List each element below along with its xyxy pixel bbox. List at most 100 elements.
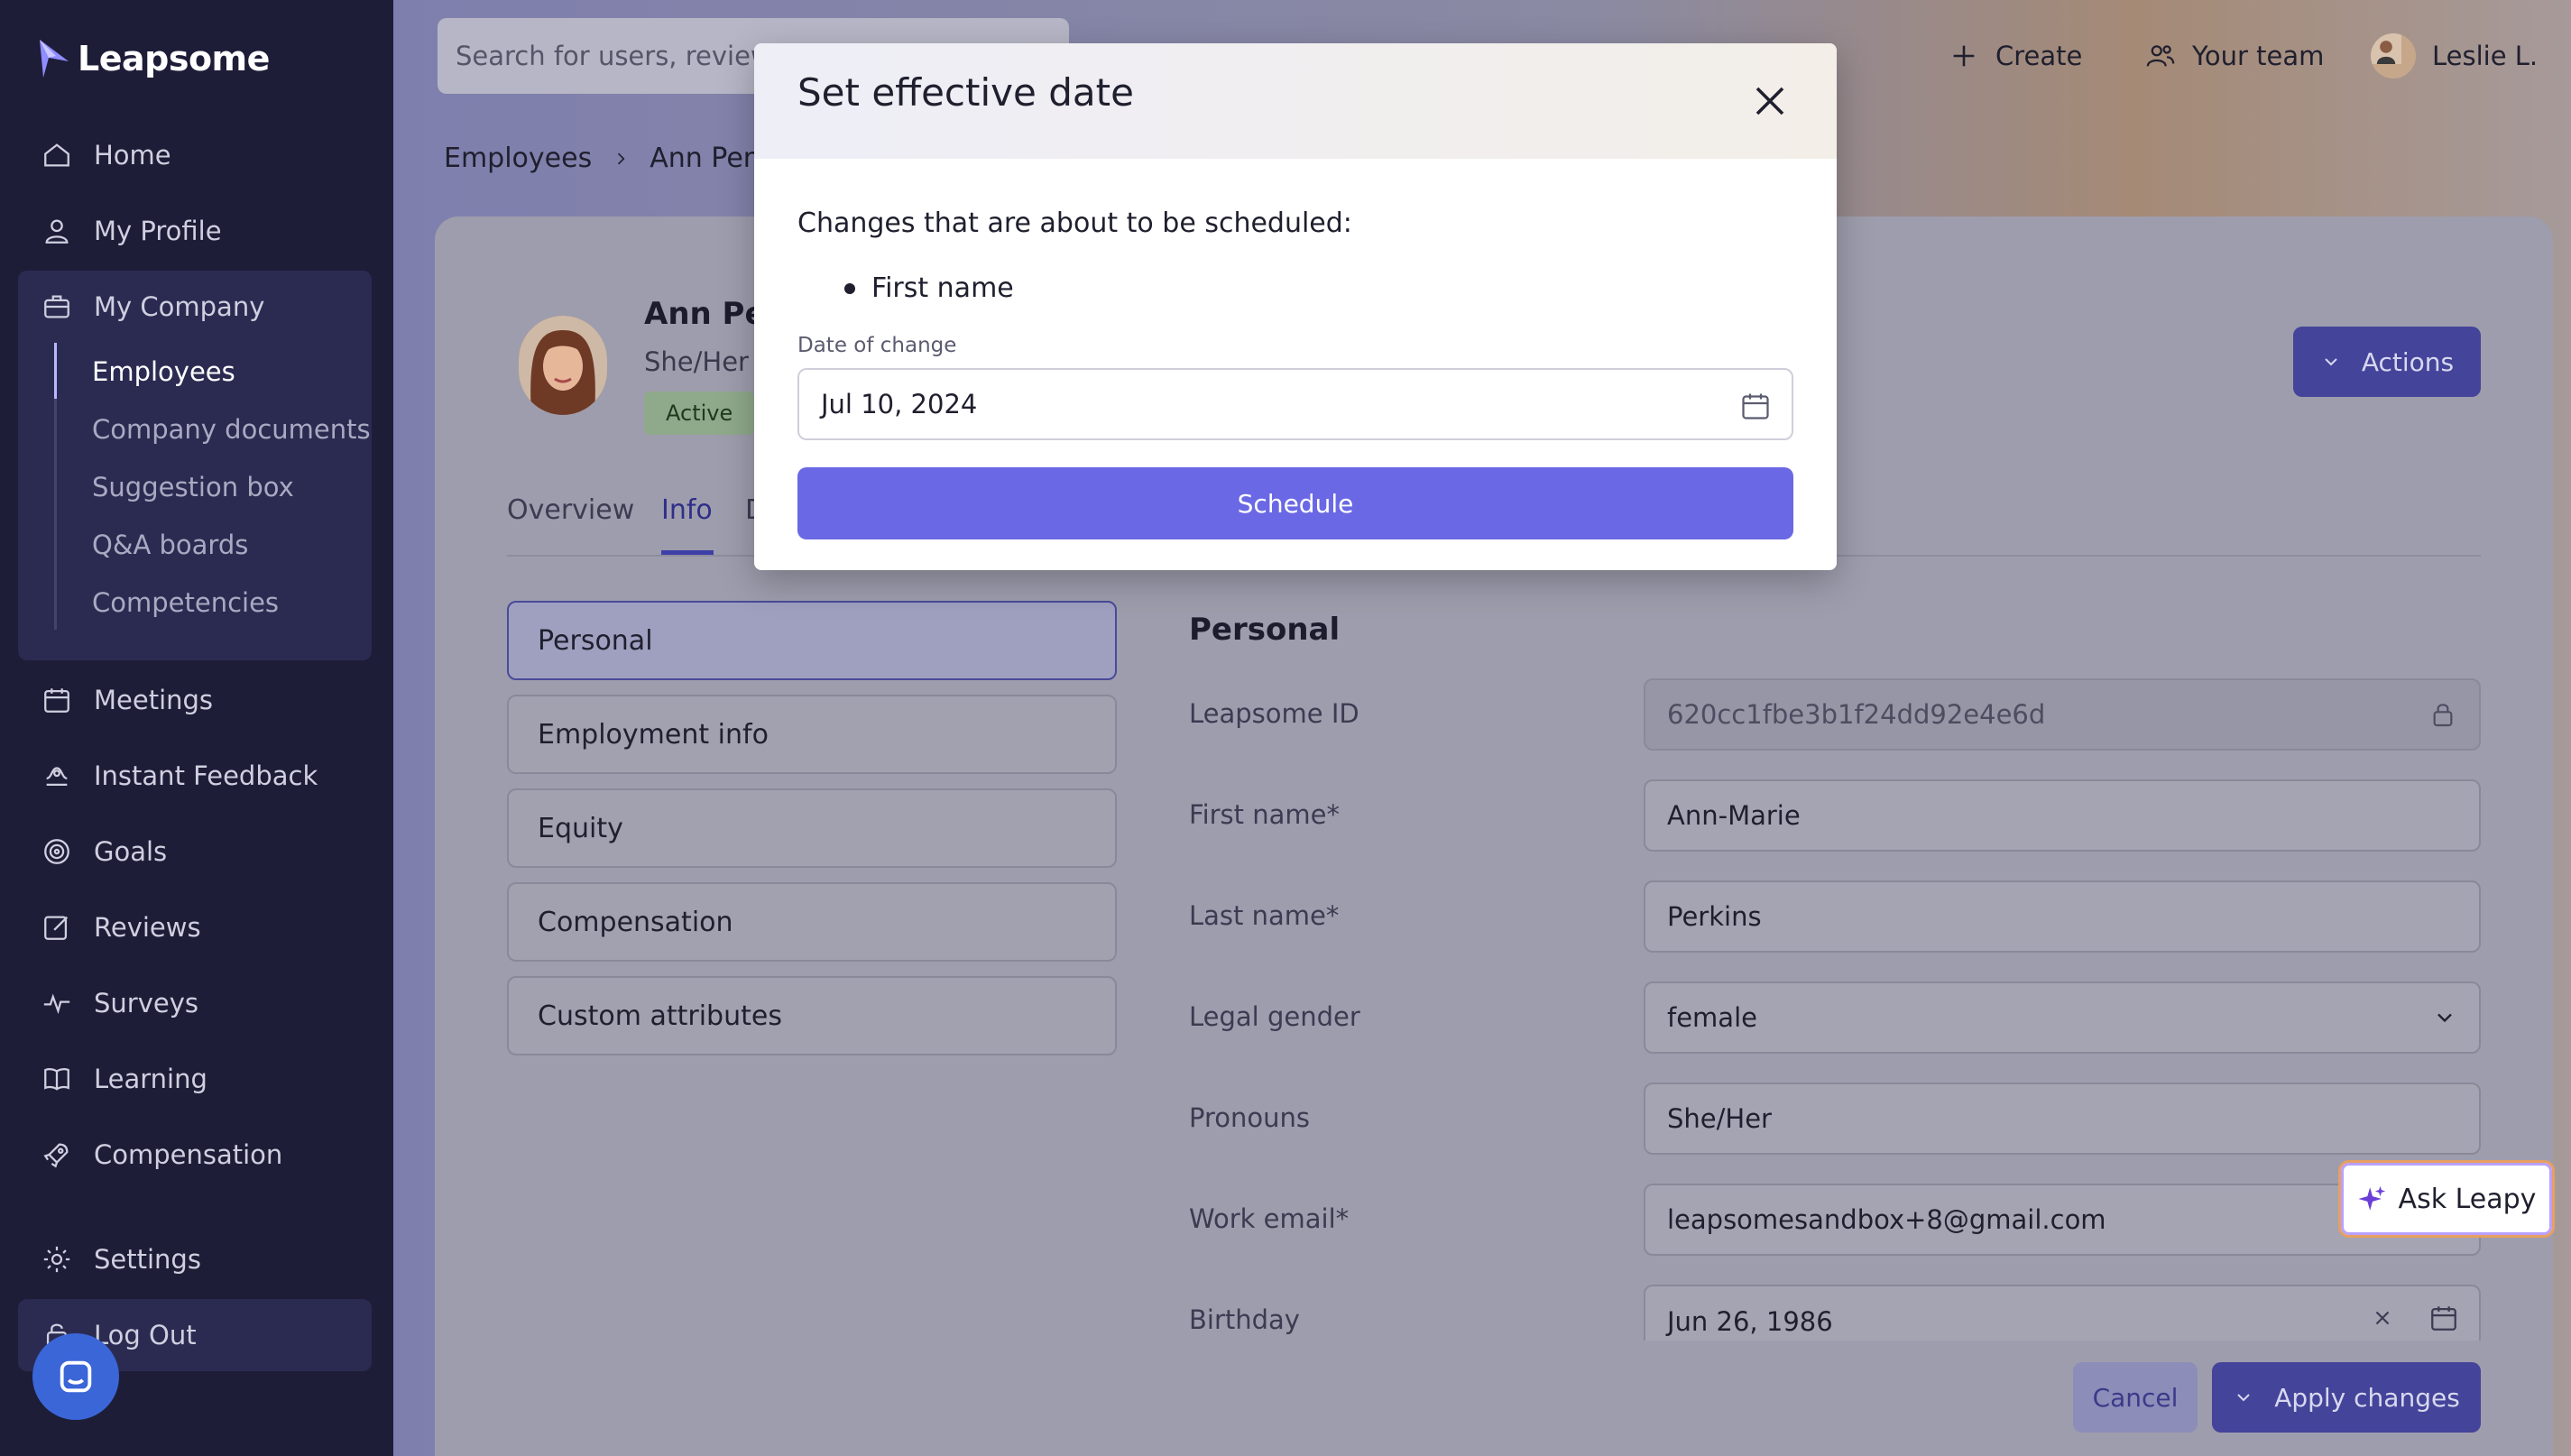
chevron-down-icon xyxy=(2325,358,2337,366)
sidebar-item-surveys[interactable]: Surveys xyxy=(41,976,198,1030)
your-team-label: Your team xyxy=(2192,41,2325,71)
field-value: Perkins xyxy=(1667,901,1762,932)
section-label: Employment info xyxy=(538,718,769,751)
clear-icon[interactable] xyxy=(2371,1306,2394,1330)
sidebar-item-label: Surveys xyxy=(94,988,198,1018)
create-button[interactable]: Create xyxy=(1949,27,2082,85)
sidebar-item-label: Log Out xyxy=(94,1320,197,1350)
leapsome-logo-icon xyxy=(40,40,69,78)
sidebar-item-label: Instant Feedback xyxy=(94,760,318,791)
birthday-field[interactable]: Jun 26, 1986 xyxy=(1644,1285,2481,1341)
plus-icon xyxy=(1953,45,1975,67)
tab-info[interactable]: Info xyxy=(661,494,713,526)
tab-overview[interactable]: Overview xyxy=(507,494,634,526)
profile-avatar xyxy=(519,316,607,415)
field-value: female xyxy=(1667,1002,1757,1033)
target-icon xyxy=(44,839,69,864)
date-value: Jul 10, 2024 xyxy=(821,389,978,419)
field-label-work-email: Work email* xyxy=(1189,1203,1350,1234)
lock-icon xyxy=(2433,704,2453,727)
actions-button[interactable]: Actions xyxy=(2293,327,2481,397)
profile-pronouns: She/Her xyxy=(644,346,749,377)
breadcrumb-employees[interactable]: Employees xyxy=(444,143,592,174)
apply-changes-button[interactable]: Apply changes xyxy=(2212,1362,2481,1433)
sidebar-item-my-profile[interactable]: My Profile xyxy=(41,204,222,258)
section-employment-info[interactable]: Employment info xyxy=(507,695,1117,774)
field-label-first-name: First name* xyxy=(1189,799,1340,830)
field-label-birthday: Birthday xyxy=(1189,1304,1300,1335)
sidebar-subitem-competencies[interactable]: Competencies xyxy=(92,576,279,630)
section-compensation[interactable]: Compensation xyxy=(507,882,1117,962)
first-name-field[interactable]: Ann-Marie xyxy=(1644,779,2481,852)
sidebar-item-goals[interactable]: Goals xyxy=(41,825,167,879)
calendar-icon[interactable] xyxy=(1739,390,1772,422)
sidebar-item-label: Compensation xyxy=(94,1139,283,1170)
sidebar-item-reviews[interactable]: Reviews xyxy=(41,900,201,954)
set-effective-date-dialog: Set effective date Changes that are abou… xyxy=(754,43,1837,570)
section-equity[interactable]: Equity xyxy=(507,788,1117,868)
submenu-active-indicator xyxy=(54,343,57,399)
brand-name: Leapsome xyxy=(78,39,270,78)
field-value: She/Her xyxy=(1667,1103,1772,1134)
user-menu[interactable]: Leslie L. xyxy=(2371,27,2538,85)
edit-icon xyxy=(44,916,69,940)
subitem-label: Competencies xyxy=(92,587,280,618)
sidebar-subitem-suggestion-box[interactable]: Suggestion box xyxy=(92,460,294,514)
section-label: Equity xyxy=(538,812,623,844)
field-value: Jun 26, 1986 xyxy=(1667,1306,1833,1337)
profile-name: Ann Pe xyxy=(644,296,766,332)
bullet xyxy=(844,282,855,294)
section-custom-attributes[interactable]: Custom attributes xyxy=(507,976,1117,1055)
sidebar-item-learning[interactable]: Learning xyxy=(41,1052,207,1106)
sidebar-item-home[interactable]: Home xyxy=(41,128,171,182)
cancel-button[interactable]: Cancel xyxy=(2073,1362,2198,1433)
date-of-change-input[interactable]: Jul 10, 2024 xyxy=(797,368,1793,440)
scheduled-change-item: First name xyxy=(844,272,1014,304)
subitem-label: Employees xyxy=(92,356,235,387)
close-icon[interactable] xyxy=(1748,79,1792,123)
section-personal[interactable]: Personal xyxy=(507,601,1117,680)
leapsome-logo[interactable]: Leapsome xyxy=(36,34,270,83)
sidebar-subitem-qa-boards[interactable]: Q&A boards xyxy=(92,518,248,572)
schedule-button[interactable]: Schedule xyxy=(797,467,1793,539)
search-placeholder: Search for users, reviews xyxy=(456,41,786,71)
tab-active-indicator xyxy=(661,550,714,555)
sidebar-item-label: My Profile xyxy=(94,216,222,246)
ask-leapy-button[interactable]: Ask Leapy xyxy=(2338,1160,2555,1238)
dialog-intro: Changes that are about to be scheduled: xyxy=(797,207,1352,239)
dialog-title: Set effective date xyxy=(797,70,1134,115)
legal-gender-select[interactable]: female xyxy=(1644,981,2481,1054)
pulse-icon xyxy=(43,993,70,1015)
sidebar-item-label: Meetings xyxy=(94,685,214,715)
last-name-field[interactable]: Perkins xyxy=(1644,880,2481,953)
book-icon xyxy=(44,1068,69,1091)
field-label-pronouns: Pronouns xyxy=(1189,1102,1310,1133)
personal-section-title: Personal xyxy=(1189,612,1341,648)
intercom-chat-button[interactable] xyxy=(32,1333,119,1420)
gear-icon xyxy=(43,1246,70,1273)
section-label: Compensation xyxy=(538,906,733,938)
sidebar-item-compensation[interactable]: Compensation xyxy=(41,1128,282,1182)
sidebar-item-settings[interactable]: Settings xyxy=(41,1232,201,1286)
sidebar-subitem-company-documents[interactable]: Company documents xyxy=(92,402,371,456)
subitem-label: Suggestion box xyxy=(92,472,294,502)
user-avatar xyxy=(2371,33,2416,78)
briefcase-icon xyxy=(44,295,69,318)
apply-changes-label: Apply changes xyxy=(2274,1382,2460,1413)
sidebar-item-my-company[interactable]: My Company xyxy=(41,280,264,334)
sidebar-item-label: Reviews xyxy=(94,912,201,943)
chevron-right-icon xyxy=(618,152,625,164)
sidebar-subitem-employees[interactable]: Employees xyxy=(92,345,235,399)
ask-leapy-label: Ask Leapy xyxy=(2398,1183,2537,1215)
sidebar-item-instant-feedback[interactable]: Instant Feedback xyxy=(41,749,318,803)
your-team-button[interactable]: Your team xyxy=(2145,27,2324,85)
calendar-icon xyxy=(44,688,69,713)
field-value: Ann-Marie xyxy=(1667,800,1801,831)
calendar-icon[interactable] xyxy=(2428,1303,2459,1333)
pronouns-field[interactable]: She/Her xyxy=(1644,1083,2481,1155)
user-name: Leslie L. xyxy=(2432,41,2539,71)
field-label-legal-gender: Legal gender xyxy=(1189,1001,1360,1032)
sidebar-item-meetings[interactable]: Meetings xyxy=(41,673,213,727)
field-value: 620cc1fbe3b1f24dd92e4e6d xyxy=(1667,699,2046,730)
sparkle-icon xyxy=(2357,1185,2385,1211)
